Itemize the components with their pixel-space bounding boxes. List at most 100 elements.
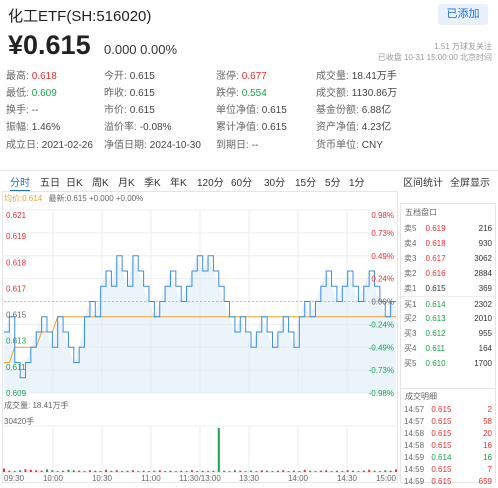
stat-value: 0.609 <box>31 88 57 99</box>
trade-row: 14:58 0.615 20 <box>401 428 495 440</box>
volume-bar <box>217 428 220 472</box>
volume-bar <box>282 470 285 472</box>
volume-bar <box>62 470 65 472</box>
trade-row: 14:59 0.614 16 <box>401 452 495 464</box>
volume-bar <box>51 470 54 472</box>
trade-time: 14:57 <box>404 417 425 426</box>
volume-bar <box>169 470 172 472</box>
tab-8[interactable]: 60分 <box>231 174 252 189</box>
stat-value: 4.23亿 <box>361 122 392 133</box>
x-tick: 09:30 <box>4 474 25 483</box>
tab-11[interactable]: 5分 <box>325 174 341 189</box>
orderbook-label: 卖2 <box>404 269 417 278</box>
tab-5[interactable]: 季K <box>144 174 161 189</box>
volume-bar <box>19 470 22 472</box>
stat-value: 1.46% <box>31 122 61 133</box>
volume-bar <box>147 471 150 472</box>
orderbook-price: 0.612 <box>425 329 446 338</box>
stat-value: 1130.86万 <box>351 88 398 99</box>
stat-item: 最低: 0.609 <box>6 84 57 99</box>
orderbook-row: 卖2 0.616 2884 <box>401 266 495 281</box>
orderbook-vol: 2010 <box>474 314 492 323</box>
trade-time: 14:58 <box>404 429 425 438</box>
orderbook-price: 0.618 <box>425 239 446 248</box>
orderbook-label: 卖5 <box>404 224 417 233</box>
tab-3[interactable]: 周K <box>92 174 109 189</box>
orderbook-label: 买4 <box>404 344 417 353</box>
stat-value: 0.615 <box>129 88 155 99</box>
volume-bar <box>180 470 183 472</box>
range-stats-link[interactable]: 区间统计 <box>403 174 443 189</box>
orderbook-vol: 3062 <box>474 254 492 263</box>
volume-bar <box>72 470 75 472</box>
follower-count: 1.51 万球友关注 <box>434 42 492 51</box>
y-tick-left: 0.613 <box>6 337 27 346</box>
volume-bar <box>137 471 140 472</box>
orderbook-list: 卖5 0.619 216 卖4 0.618 930 卖3 0.617 3062 卖2 0.616 28… <box>401 221 495 371</box>
orderbook-row: 买4 0.611 164 <box>401 341 495 356</box>
tab-0[interactable]: 分时 <box>10 174 30 192</box>
volume-bar <box>276 470 279 472</box>
volume-bar <box>303 469 306 472</box>
followed-button[interactable]: 已添加 <box>438 4 488 25</box>
volume-bar <box>8 470 11 472</box>
y-tick-left: 0.618 <box>6 258 27 267</box>
orderbook-panel: 五档盘口 卖5 0.619 216 卖4 0.618 930 卖3 0.617 3062 卖2 0.… <box>400 203 496 389</box>
orderbook-price: 0.613 <box>425 314 446 323</box>
volume-bar <box>325 470 328 472</box>
orderbook-row: 卖5 0.619 216 <box>401 221 495 236</box>
stat-label: 货币单位: <box>316 140 359 151</box>
tab-7[interactable]: 120分 <box>197 174 224 189</box>
orderbook-price: 0.619 <box>425 224 446 233</box>
price-change: 0.000 0.00% <box>104 42 178 57</box>
stat-label: 净值日期: <box>104 140 147 151</box>
y-tick-left: 0.609 <box>6 389 27 398</box>
tab-10[interactable]: 15分 <box>295 174 316 189</box>
volume-bar <box>196 471 199 472</box>
volume-bar <box>110 470 113 472</box>
orderbook-price: 0.617 <box>425 254 446 263</box>
stat-item: 累计净值: 0.615 <box>216 118 287 133</box>
tab-6[interactable]: 年K <box>170 174 187 189</box>
volume-bar <box>368 469 371 472</box>
current-price: ¥0.615 <box>8 30 91 60</box>
y-tick-left: 0.617 <box>6 284 27 293</box>
stat-label: 资产净值: <box>316 122 359 133</box>
intraday-chart[interactable]: 0.621 0.619 0.618 0.617 0.615 0.613 0.611 0.609… <box>2 200 398 483</box>
y-tick-right: 0.00% <box>371 298 394 307</box>
stat-label: 溢价率: <box>104 122 137 133</box>
volume-bar <box>233 470 236 472</box>
stat-value: -- <box>31 105 39 116</box>
volume-bar <box>352 470 355 472</box>
volume-bar <box>395 469 397 472</box>
stat-value: 0.615 <box>261 122 287 133</box>
stat-label: 最高: <box>6 71 29 82</box>
fullscreen-link[interactable]: 全屏显示 <box>450 174 490 189</box>
volume-bar <box>142 470 145 472</box>
volume-bar <box>266 470 269 472</box>
stat-label: 到期日: <box>216 140 249 151</box>
trade-time: 14:57 <box>404 405 425 414</box>
volume-bar <box>185 471 188 472</box>
tab-12[interactable]: 1分 <box>349 174 365 189</box>
orderbook-vol: 2884 <box>474 269 492 278</box>
tab-4[interactable]: 月K <box>118 174 135 189</box>
y-tick-right: 0.49% <box>371 252 394 261</box>
orderbook-price: 0.611 <box>425 344 445 353</box>
stat-item: 今开: 0.615 <box>104 67 155 82</box>
trade-time: 14:59 <box>404 465 425 474</box>
volume-bar <box>121 471 124 472</box>
tab-9[interactable]: 30分 <box>264 174 285 189</box>
volume-bar <box>94 470 97 472</box>
orderbook-vol: 2302 <box>474 300 492 309</box>
volume-label: 成交量: 18.41万手 <box>4 401 69 410</box>
tab-1[interactable]: 五日 <box>40 174 60 189</box>
volume-bar <box>190 470 193 472</box>
trade-price: 0.615 <box>431 429 452 438</box>
volume-max-label: 30420手 <box>4 417 35 426</box>
tab-2[interactable]: 日K <box>66 174 83 189</box>
stat-label: 累计净值: <box>216 122 259 133</box>
trade-vol: 16 <box>483 453 492 462</box>
trade-time: 14:59 <box>404 453 425 462</box>
y-tick-right: 0.24% <box>371 275 394 284</box>
